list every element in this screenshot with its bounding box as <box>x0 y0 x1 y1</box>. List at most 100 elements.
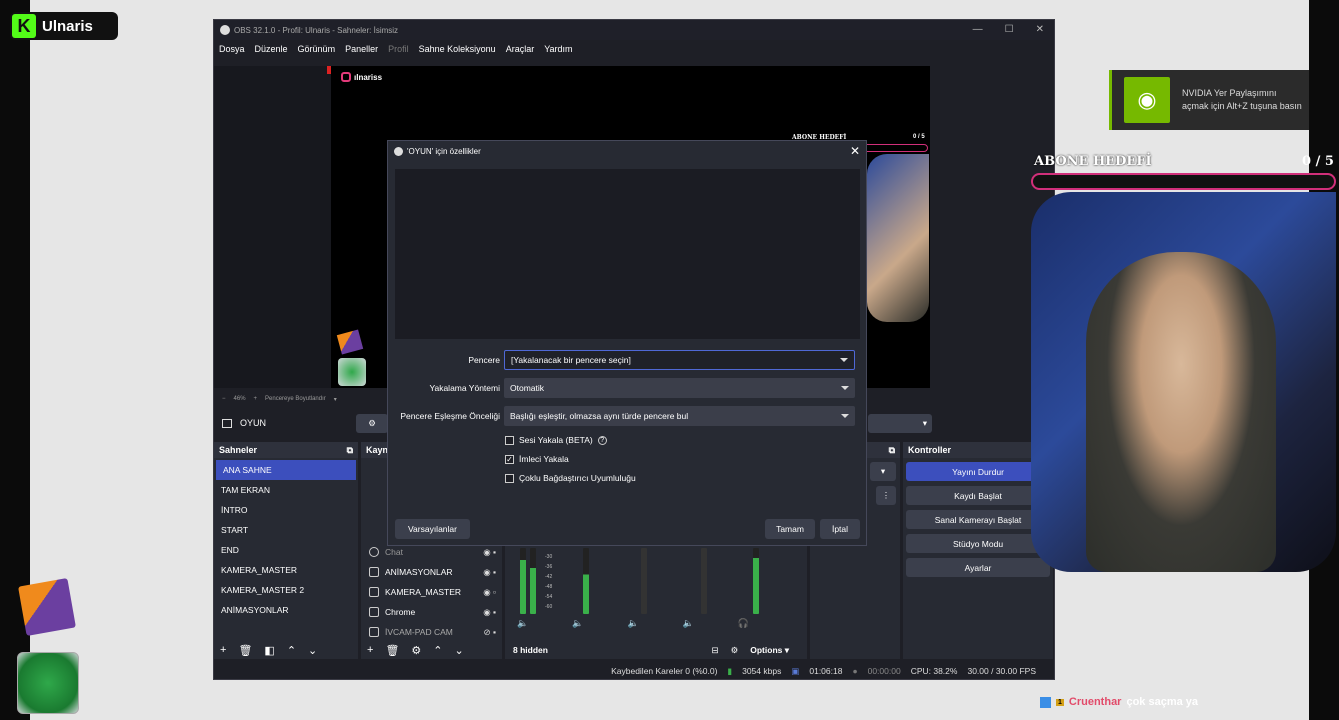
scenes-title: Sahneler <box>219 445 258 455</box>
capture-method-select[interactable]: Otomatik <box>504 378 855 398</box>
menu-profil[interactable]: Profil <box>388 44 409 54</box>
scene-filters-icon[interactable]: ◧ <box>264 644 274 657</box>
meter-label: -36 <box>545 564 553 570</box>
sub-goal-bar <box>1031 173 1336 190</box>
scene-item[interactable]: END <box>214 540 358 560</box>
close-icon[interactable]: ✕ <box>850 144 860 158</box>
start-virtual-camera-button[interactable]: Sanal Kamerayı Başlat <box>906 510 1050 529</box>
scene-item[interactable]: START <box>214 520 358 540</box>
checkbox-unchecked[interactable] <box>505 435 514 445</box>
close-icon[interactable]: ✕ <box>1036 24 1044 35</box>
source-toolbar-dropdown[interactable]: ▾ <box>868 414 932 433</box>
add-scene-icon[interactable]: + <box>220 644 226 656</box>
volume-icon[interactable]: 🔈 <box>517 618 528 629</box>
menu-dosya[interactable]: Dosya <box>219 44 245 54</box>
source-item[interactable]: İVCAM-PAD CAM ⊘ ▪ <box>361 622 502 642</box>
hidden-mixer-count[interactable]: 8 hidden <box>513 645 548 655</box>
ok-button[interactable]: Tamam <box>765 519 815 539</box>
scene-item[interactable]: TAM EKRAN <box>214 480 358 500</box>
zoom-fit-label[interactable]: Pencereye Boyutlandır <box>265 396 326 402</box>
remove-source-icon[interactable]: 🗑 <box>385 644 399 657</box>
menu-araclar[interactable]: Araçlar <box>506 44 535 54</box>
menu-duzenle[interactable]: Düzenle <box>255 44 288 54</box>
scene-item[interactable]: KAMERA_MASTER <box>214 560 358 580</box>
studio-mode-button[interactable]: Stüdyo Modu <box>906 534 1050 553</box>
match-priority-select[interactable]: Başlığı eşleştir, olmazsa aynı türde pen… <box>504 406 855 426</box>
group-list-icon <box>369 567 379 577</box>
dock-undock-icon[interactable]: ⧉ <box>347 445 353 456</box>
properties-dialog: 'OYUN' için özellikler ✕ Pencere [Yakala… <box>387 140 867 546</box>
move-up-icon[interactable]: ⌃ <box>433 644 442 657</box>
bitrate: 3054 kbps <box>742 666 782 676</box>
source-item[interactable]: Chrome ◉ ▪ <box>361 602 502 622</box>
menu-paneller[interactable]: Paneller <box>345 44 378 54</box>
defaults-button[interactable]: Varsayılanlar <box>395 519 470 539</box>
obs-app-icon <box>220 25 230 35</box>
properties-button[interactable]: ⚙ <box>356 414 388 433</box>
add-source-icon[interactable]: + <box>367 644 373 656</box>
zoom-dropdown-icon[interactable]: ▾ <box>334 396 337 403</box>
hidden-eye-icon[interactable]: ⊘ ▪ <box>484 627 497 638</box>
dock-undock-icon[interactable]: ⧉ <box>889 445 895 456</box>
mixer-layout-icon[interactable]: ⊟ <box>712 645 719 656</box>
checkbox-unchecked[interactable] <box>505 473 514 483</box>
menu-gorunum[interactable]: Görünüm <box>298 44 336 54</box>
muted-icon[interactable]: 🔈 <box>627 618 638 629</box>
volume-icon[interactable]: 🔈 <box>572 618 583 629</box>
multi-adapter-checkbox[interactable]: Çoklu Bağdaştırıcı Uyumluluğu <box>505 469 636 487</box>
source-item[interactable]: ANİMASYONLAR ◉ ▪ <box>361 562 502 582</box>
scenes-dock: Sahneler ⧉ ANA SAHNE TAM EKRAN İNTRO STAR… <box>214 442 358 659</box>
mixer-settings-icon[interactable]: ⚙ <box>731 645 739 656</box>
obs-titlebar: OBS 32.1.0 - Profil: Ulnaris - Sahneler:… <box>214 20 1054 40</box>
meter-label: -42 <box>545 574 553 580</box>
zoom-out-button[interactable]: − <box>222 396 226 402</box>
visibility-eye-icon[interactable]: ◉ ▪ <box>483 547 496 558</box>
transition-menu-icon[interactable]: ⋮ <box>876 486 896 505</box>
window-select[interactable]: [Yakalanacak bir pencere seçin] <box>504 350 855 370</box>
minimize-icon[interactable]: — <box>973 24 983 35</box>
checkbox-checked[interactable]: ✓ <box>505 454 514 464</box>
capture-cursor-checkbox[interactable]: ✓ İmleci Yakala <box>505 450 569 468</box>
chat-text: çok saçma ya <box>1126 696 1199 708</box>
help-icon[interactable]: ? <box>597 435 607 445</box>
webcam-feed <box>1031 192 1336 572</box>
start-recording-button[interactable]: Kaydı Başlat <box>906 486 1050 505</box>
menu-sahne-koleksiyonu[interactable]: Sahne Koleksiyonu <box>419 44 496 54</box>
move-down-icon[interactable]: ⌄ <box>455 644 464 657</box>
stop-stream-button[interactable]: Yayını Durdur <box>906 462 1050 481</box>
settings-button[interactable]: Ayarlar <box>906 558 1050 577</box>
menu-yardim[interactable]: Yardım <box>544 44 572 54</box>
source-item[interactable]: KAMERA_MASTER ◉ ▫ <box>361 582 502 602</box>
nvidia-eye-icon: ◉ <box>1124 77 1170 123</box>
scene-item[interactable]: İNTRO <box>214 500 358 520</box>
chevron-down-icon <box>841 386 849 390</box>
instagram-icon <box>341 72 351 82</box>
scene-item[interactable]: KAMERA_MASTER 2 <box>214 580 358 600</box>
remove-scene-icon[interactable]: 🗑 <box>238 644 252 657</box>
move-up-icon[interactable]: ⌃ <box>287 644 296 657</box>
meter-label: -30 <box>545 554 553 560</box>
maximize-icon[interactable]: ☐ <box>1005 24 1014 35</box>
muted-icon[interactable]: 🔈 <box>683 618 694 629</box>
cancel-button[interactable]: İptal <box>820 519 860 539</box>
source-properties-icon[interactable]: ⚙ <box>411 644 421 657</box>
record-icon: ● <box>852 666 858 676</box>
headphones-icon[interactable]: 🎧 <box>738 618 749 629</box>
dialog-title: 'OYUN' için özellikler <box>407 146 481 156</box>
options-button[interactable]: Options ▾ <box>750 645 789 656</box>
visibility-eye-icon[interactable]: ◉ ▪ <box>483 567 496 578</box>
nvidia-message: NVIDIA Yer Paylaşımını açmak için Alt+Z … <box>1182 88 1302 111</box>
scene-item[interactable]: ANA SAHNE <box>216 460 356 480</box>
controls-title: Kontroller <box>908 445 952 455</box>
jar-decoration <box>17 652 79 714</box>
scene-item[interactable]: ANİMASYONLAR <box>214 600 358 620</box>
capture-audio-checkbox[interactable]: Sesi Yakala (BETA) ? <box>505 431 607 449</box>
zoom-in-button[interactable]: + <box>254 396 258 402</box>
sub-goal-count: 0 / 5 <box>1302 154 1334 169</box>
live-icon: ▣ <box>791 665 800 676</box>
window-label: Pencere <box>468 355 500 365</box>
move-down-icon[interactable]: ⌄ <box>308 644 317 657</box>
visibility-eye-icon[interactable]: ◉ ▪ <box>483 607 496 618</box>
visibility-eye-icon[interactable]: ◉ ▫ <box>483 587 496 598</box>
transition-dropdown[interactable]: ▾ <box>870 462 896 481</box>
